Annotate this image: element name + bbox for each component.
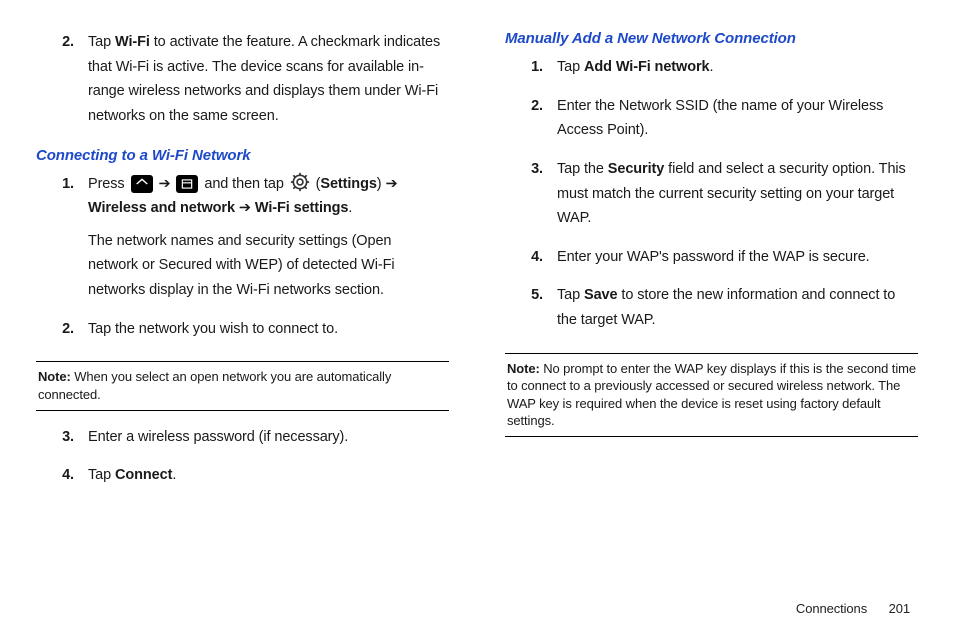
bold-connect: Connect	[115, 467, 172, 483]
bold-settings: Settings	[320, 176, 376, 192]
text: .	[709, 59, 713, 75]
bold-add-wifi: Add Wi-Fi network	[584, 59, 709, 75]
manual-step-2: 2. Enter the Network SSID (the name of y…	[505, 94, 918, 151]
right-column: Manually Add a New Network Connection 1.…	[505, 30, 918, 502]
bold-wifi-settings: Wi-Fi settings	[255, 200, 349, 216]
bold-save: Save	[584, 287, 617, 303]
settings-icon	[289, 172, 311, 192]
text: Tap	[557, 287, 584, 303]
note-text: When you select an open network you are …	[38, 369, 391, 402]
step-number: 1.	[527, 55, 557, 88]
home-icon	[131, 175, 153, 193]
footer-section: Connections	[796, 601, 867, 616]
step-body: Tap Save to store the new information an…	[557, 283, 918, 340]
text: Tap the	[557, 161, 608, 177]
step-number: 2.	[58, 317, 88, 350]
step-body: Tap Add Wi-Fi network.	[557, 55, 918, 88]
manual-step-3: 3. Tap the Security field and select a s…	[505, 157, 918, 239]
step-number: 4.	[527, 245, 557, 278]
step-body: Enter your WAP's password if the WAP is …	[557, 245, 918, 278]
step-body: Press ➔ and then tap (Settings) ➔ Wirele…	[88, 172, 449, 311]
step-body: Tap the network you wish to connect to.	[88, 317, 449, 350]
menu-icon	[176, 175, 198, 193]
step-body: Enter a wireless password (if necessary)…	[88, 425, 449, 458]
step-body: Tap Connect.	[88, 463, 449, 496]
manual-step-1: 1. Tap Add Wi-Fi network.	[505, 55, 918, 88]
footer-page-number: 201	[889, 601, 910, 616]
text: .	[348, 200, 352, 216]
step-number: 5.	[527, 283, 557, 340]
note-label: Note:	[38, 369, 71, 384]
connect-step-2: 2. Tap the network you wish to connect t…	[36, 317, 449, 350]
arrow-text: ➔	[158, 176, 174, 192]
step-number: 2.	[58, 30, 88, 137]
note-wap-key: Note: No prompt to enter the WAP key dis…	[505, 353, 918, 437]
text: Enter your WAP's password if the WAP is …	[557, 245, 910, 270]
text: Tap	[88, 34, 115, 50]
subheading-connecting: Connecting to a Wi-Fi Network	[36, 147, 449, 164]
text: ➔	[235, 200, 255, 216]
bold-security: Security	[608, 161, 664, 177]
page-footer: Connections 201	[796, 601, 910, 616]
manual-step-5: 5. Tap Save to store the new information…	[505, 283, 918, 340]
text: Enter the Network SSID (the name of your…	[557, 94, 910, 143]
step-body: Tap Wi-Fi to activate the feature. A che…	[88, 30, 449, 137]
step-body: Enter the Network SSID (the name of your…	[557, 94, 918, 151]
subheading-manual-add: Manually Add a New Network Connection	[505, 30, 918, 47]
note-text: No prompt to enter the WAP key displays …	[507, 361, 916, 429]
step-number: 1.	[58, 172, 88, 311]
connect-step-4: 4. Tap Connect.	[36, 463, 449, 496]
intro-step-2: 2. Tap Wi-Fi to activate the feature. A …	[36, 30, 449, 137]
followup-text: The network names and security settings …	[88, 229, 441, 303]
left-column: 2. Tap Wi-Fi to activate the feature. A …	[36, 30, 449, 502]
text: Tap	[88, 467, 115, 483]
two-column-layout: 2. Tap Wi-Fi to activate the feature. A …	[36, 30, 918, 502]
bold-wifi: Wi-Fi	[115, 34, 150, 50]
step-number: 2.	[527, 94, 557, 151]
note-open-network: Note: When you select an open network yo…	[36, 361, 449, 410]
text: Tap the network you wish to connect to.	[88, 317, 441, 342]
text: Press	[88, 176, 129, 192]
manual-step-4: 4. Enter your WAP's password if the WAP …	[505, 245, 918, 278]
text: Tap	[557, 59, 584, 75]
step-number: 4.	[58, 463, 88, 496]
step-number: 3.	[527, 157, 557, 239]
step-body: Tap the Security field and select a secu…	[557, 157, 918, 239]
note-label: Note:	[507, 361, 540, 376]
text: .	[172, 467, 176, 483]
text: ) ➔	[377, 176, 398, 192]
step-number: 3.	[58, 425, 88, 458]
connect-step-3: 3. Enter a wireless password (if necessa…	[36, 425, 449, 458]
text: and then tap	[204, 176, 287, 192]
bold-wireless-network: Wireless and network	[88, 200, 235, 216]
connect-step-1: 1. Press ➔ and then tap	[36, 172, 449, 311]
text: Enter a wireless password (if necessary)…	[88, 425, 441, 450]
